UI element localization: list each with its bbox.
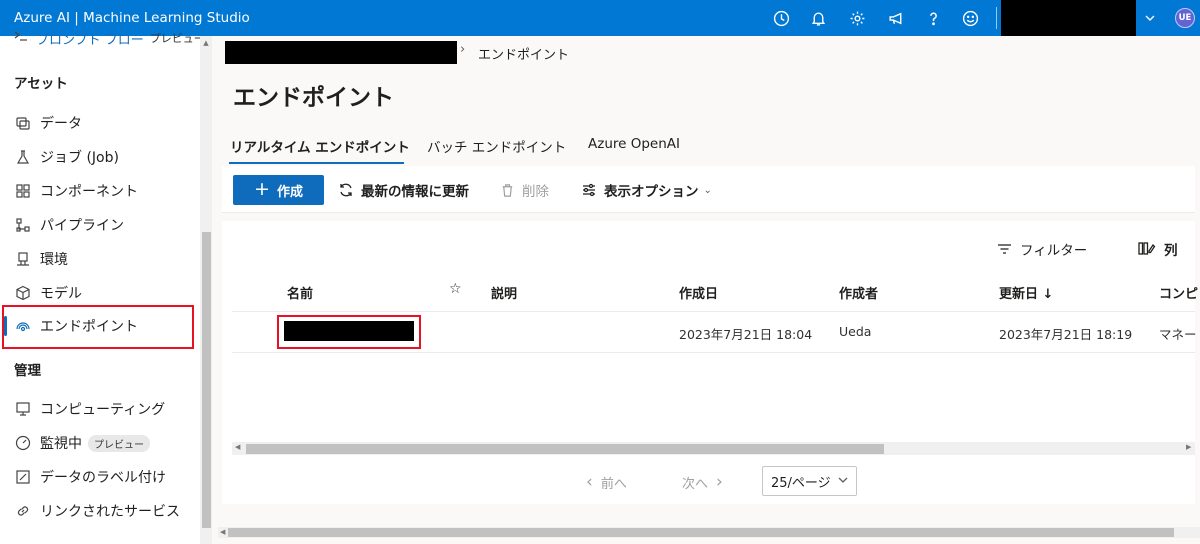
star-icon[interactable]: ☆: [449, 281, 462, 297]
sidebar-scrollbar-thumb[interactable]: [202, 232, 211, 528]
sidebar-item-jobs[interactable]: ジョブ (Job): [14, 146, 119, 168]
data-icon: [14, 114, 32, 132]
cell-created: 2023年7月21日 18:04: [679, 327, 813, 342]
breadcrumb-current: エンドポイント: [478, 48, 570, 63]
label-icon: [14, 468, 32, 486]
breadcrumb-separator-icon: ›: [460, 42, 466, 57]
column-header-name[interactable]: 名前: [287, 283, 313, 302]
scroll-left-arrow-icon[interactable]: ◀: [235, 443, 240, 451]
grid-horizontal-scrollbar-thumb[interactable]: [246, 444, 884, 454]
sidebar-item-models[interactable]: モデル: [14, 282, 82, 304]
column-header-created[interactable]: 作成日: [679, 283, 718, 302]
cell-updated: 2023年7月21日 18:19: [999, 327, 1133, 342]
scroll-right-arrow-icon[interactable]: ▶: [1186, 443, 1191, 451]
cube-icon: [14, 284, 32, 302]
column-header-updated[interactable]: 更新日 ↓: [999, 283, 1053, 302]
sidebar-item-pipelines[interactable]: パイプライン: [14, 214, 124, 236]
gear-icon[interactable]: [842, 0, 872, 36]
tab-batch-endpoints[interactable]: バッチ エンドポイント: [427, 136, 566, 156]
page-scroll-left-arrow-icon[interactable]: ◀: [220, 528, 225, 536]
chevron-down-icon: [837, 474, 849, 490]
highlight-box-endpoints: [2, 305, 194, 349]
sidebar-item-linked-services[interactable]: リンクされたサービス: [14, 500, 180, 522]
column-header-description[interactable]: 説明: [491, 283, 517, 302]
chevron-down-icon: ⌄: [703, 184, 712, 196]
columns-icon: [1138, 241, 1156, 257]
tab-realtime-endpoints[interactable]: リアルタイム エンドポイント: [230, 136, 410, 156]
chevron-right-icon: ›: [716, 472, 723, 492]
sidebar-item-components[interactable]: コンポーネント: [14, 180, 138, 202]
sidebar-item-data[interactable]: データ: [14, 112, 82, 134]
flask-icon: [14, 148, 32, 166]
plus-icon: +: [254, 178, 270, 200]
link-icon: [14, 502, 32, 520]
next-page-button[interactable]: 次へ ›: [682, 468, 723, 496]
refresh-button[interactable]: 最新の情報に更新: [337, 175, 469, 205]
avatar[interactable]: UE: [1175, 8, 1195, 28]
pipeline-icon: [14, 216, 32, 234]
help-icon[interactable]: [918, 0, 948, 36]
row-divider: [232, 352, 1195, 353]
refresh-icon: [337, 181, 355, 199]
sidebar-item-compute[interactable]: コンピューティング: [14, 398, 165, 420]
app-title[interactable]: Azure AI | Machine Learning Studio: [14, 10, 250, 26]
top-divider: [996, 7, 997, 29]
header-divider: [232, 311, 1195, 312]
monitor-icon: [14, 400, 32, 418]
delete-button[interactable]: 削除: [498, 175, 549, 205]
column-header-compute[interactable]: コンピ: [1159, 283, 1198, 302]
cell-compute: マネー: [1159, 327, 1197, 342]
chevron-down-icon[interactable]: [1139, 0, 1161, 36]
redacted-workspace-name: [1001, 0, 1136, 36]
sidebar-item-data-labeling[interactable]: データのラベル付け: [14, 466, 166, 488]
sliders-icon: [580, 181, 598, 199]
view-options-button[interactable]: 表示オプション ⌄: [580, 175, 712, 205]
bell-icon[interactable]: [803, 0, 833, 36]
page-size-select[interactable]: 25/ページ: [762, 466, 857, 496]
megaphone-icon[interactable]: [881, 0, 911, 36]
trash-icon: [498, 181, 516, 199]
environment-icon: [14, 250, 32, 268]
preview-badge: プレビュー: [88, 434, 150, 452]
page-title: エンドポイント: [233, 85, 394, 111]
chevron-left-icon: ‹: [586, 472, 593, 492]
cell-created-by: Ueda: [839, 324, 872, 339]
clock-icon[interactable]: [766, 0, 796, 36]
sidebar-item-monitoring[interactable]: 監視中 プレビュー: [14, 432, 150, 454]
column-header-created-by[interactable]: 作成者: [839, 283, 878, 302]
highlight-box-endpoint-name: [277, 315, 421, 349]
prompt-flow-icon: [14, 30, 28, 46]
tab-azure-openai[interactable]: Azure OpenAI: [588, 136, 680, 152]
smiley-icon[interactable]: [955, 0, 985, 36]
sidebar-heading-assets: アセット: [14, 76, 68, 92]
sidebar-item-prompt-flow[interactable]: プロンプト フロー プレビュー: [14, 28, 200, 48]
create-button[interactable]: + 作成: [233, 175, 324, 205]
columns-button[interactable]: 列: [1138, 238, 1178, 260]
component-icon: [14, 182, 32, 200]
gauge-icon: [14, 434, 32, 452]
active-tab-indicator: [229, 162, 404, 164]
endpoints-grid-card: [222, 221, 1195, 504]
page-horizontal-scrollbar-thumb[interactable]: [228, 528, 1174, 537]
filter-icon: [997, 243, 1012, 255]
redacted-breadcrumb: [225, 41, 457, 64]
sidebar-item-environments[interactable]: 環境: [14, 248, 68, 270]
prev-page-button[interactable]: ‹ 前へ: [586, 468, 627, 496]
scroll-up-arrow-icon[interactable]: ▲: [200, 36, 212, 50]
filter-button[interactable]: フィルター: [997, 238, 1087, 260]
sidebar-heading-manage: 管理: [14, 363, 41, 379]
